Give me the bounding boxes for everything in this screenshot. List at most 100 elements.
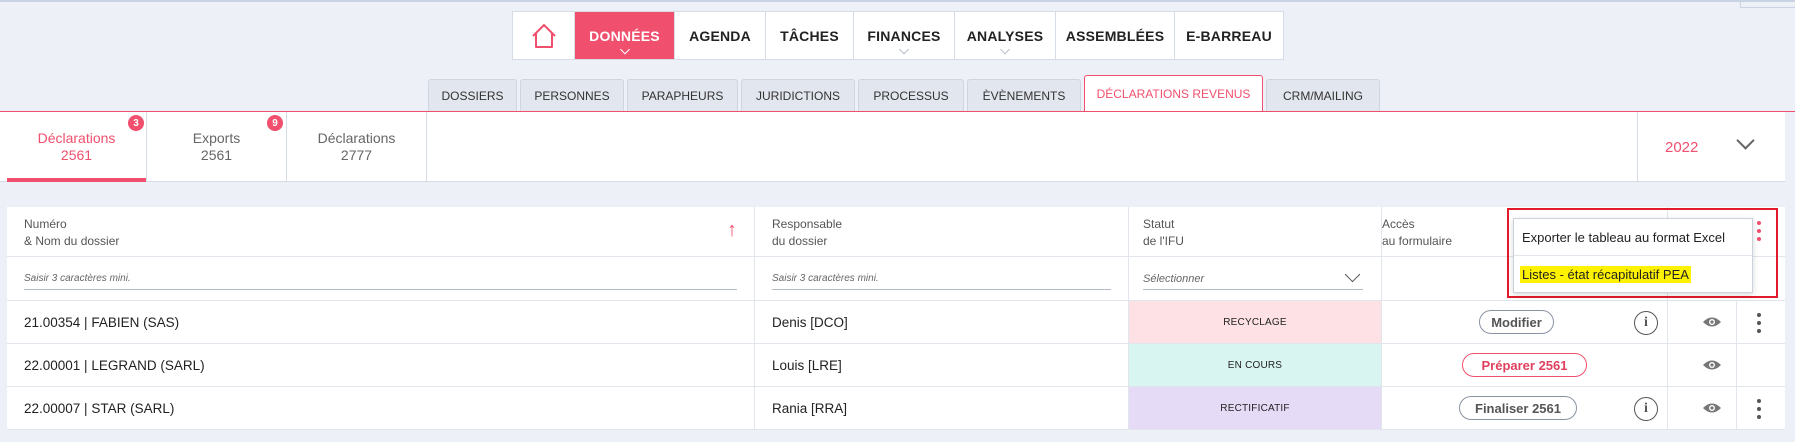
column-divider: [1381, 301, 1382, 343]
menu-item-export-excel[interactable]: Exporter le tableau au format Excel: [1514, 219, 1752, 256]
active-tab-underline: [7, 178, 146, 182]
column-divider: [754, 301, 755, 343]
year-value: 2022: [1665, 138, 1699, 156]
column-divider: [1667, 301, 1668, 343]
nav-item-label: TÂCHES: [780, 27, 839, 44]
nav-item-donnees[interactable]: DONNÉES: [575, 12, 675, 59]
info-icon[interactable]: i: [1634, 397, 1658, 421]
chevron-down-icon: [1736, 131, 1755, 150]
menu-item-listes-pea[interactable]: Listes - état récapitulatif PEA: [1514, 256, 1752, 293]
menu-item-label: Exporter le tableau au format Excel: [1522, 229, 1726, 245]
responsable-filter-input[interactable]: Saisir 3 caractères mini.: [772, 270, 1111, 290]
count-badge: 9: [267, 115, 283, 131]
nav-item-finances[interactable]: FINANCES: [854, 12, 955, 59]
header-numero-l2: & Nom du dossier: [24, 234, 120, 248]
dossier-cell: 22.00007 | STAR (SARL): [24, 401, 175, 416]
tab-label: JURIDICTIONS: [756, 89, 840, 103]
count-badge: 3: [128, 115, 144, 131]
header-numero-l1: Numéro: [24, 217, 67, 231]
top-border: [0, 0, 1795, 2]
column-divider: [1736, 344, 1737, 386]
eye-icon[interactable]: [1702, 316, 1722, 328]
tab-juridictions[interactable]: JURIDICTIONS: [741, 79, 855, 112]
header-responsable[interactable]: Responsable du dossier: [772, 216, 842, 250]
row-kebab-icon[interactable]: [1757, 399, 1761, 423]
nav-item-assemblees[interactable]: ASSEMBLÉES: [1056, 12, 1175, 59]
menu-item-label: Listes - état récapitulatif PEA: [1520, 266, 1691, 283]
info-icon[interactable]: i: [1634, 311, 1658, 335]
modifier-button[interactable]: Modifier: [1479, 310, 1554, 334]
tab-label: CRM/MAILING: [1282, 89, 1363, 103]
responsable-cell: Rania [RRA]: [772, 401, 848, 416]
finaliser-2561-button[interactable]: Finaliser 2561: [1459, 396, 1577, 420]
status-badge: RECYCLAGE: [1129, 301, 1381, 343]
decl-tab-declarations-2561[interactable]: Déclarations 2561 3: [7, 112, 147, 182]
responsable-cell: Denis [DCO]: [772, 315, 848, 330]
column-divider: [1667, 387, 1668, 429]
tab-label: DOSSIERS: [441, 89, 504, 103]
eye-icon[interactable]: [1702, 359, 1722, 371]
tab-crm-mailing[interactable]: CRM/MAILING: [1266, 79, 1380, 112]
tab-label: DÉCLARATIONS REVENUS: [1096, 87, 1251, 101]
tab-label: PARAPHEURS: [641, 89, 724, 103]
tab-label: PROCESSUS: [873, 89, 949, 103]
column-divider: [1381, 257, 1382, 300]
chevron-down-icon: [619, 44, 630, 55]
home-icon: [531, 23, 556, 48]
nav-item-analyses[interactable]: ANALYSES: [955, 12, 1056, 59]
column-divider: [1381, 387, 1382, 429]
table-row[interactable]: 22.00001 | LEGRAND (SARL) Louis [LRE] EN…: [7, 344, 1785, 387]
declarations-tab-bar: Déclarations 2561 3 Exports 2561 9 Décla…: [0, 112, 1785, 182]
decl-tab-number: 2561: [60, 147, 93, 163]
chevron-down-icon: [899, 44, 909, 55]
home-button[interactable]: [513, 12, 575, 59]
table-row[interactable]: 21.00354 | FABIEN (SAS) Denis [DCO] RECY…: [7, 301, 1785, 344]
column-divider: [1381, 344, 1382, 386]
statut-filter-select[interactable]: Sélectionner: [1143, 270, 1363, 290]
row-kebab-icon[interactable]: [1757, 313, 1761, 337]
eye-icon[interactable]: [1702, 402, 1722, 414]
table-row[interactable]: 22.00007 | STAR (SARL) Rania [RRA] RECTI…: [7, 387, 1785, 430]
header-acces[interactable]: Accès au formulaire: [1382, 216, 1452, 250]
column-divider: [1736, 387, 1737, 429]
nav-item-label: E-BARREAU: [1186, 27, 1272, 44]
nav-item-label: AGENDA: [689, 27, 751, 44]
tab-dossiers[interactable]: DOSSIERS: [428, 79, 517, 112]
decl-tab-title: Déclarations: [37, 130, 116, 146]
tab-processus[interactable]: PROCESSUS: [858, 79, 964, 112]
decl-tab-number: 2561: [200, 147, 233, 163]
numero-filter-input[interactable]: Saisir 3 caractères mini.: [24, 270, 737, 290]
tab-label: PERSONNES: [534, 89, 610, 103]
decl-tab-declarations-2777[interactable]: Déclarations 2777: [287, 112, 427, 182]
nav-item-label: ASSEMBLÉES: [1065, 27, 1165, 44]
nav-item-taches[interactable]: TÂCHES: [766, 12, 854, 59]
header-statut-l1: Statut: [1143, 217, 1175, 231]
year-selector[interactable]: 2022: [1637, 112, 1785, 182]
nav-item-label: FINANCES: [867, 27, 941, 44]
column-divider: [754, 387, 755, 429]
tab-parapheurs[interactable]: PARAPHEURS: [627, 79, 738, 112]
preparer-2561-button[interactable]: Préparer 2561: [1462, 353, 1587, 377]
column-divider: [1128, 257, 1129, 300]
decl-tab-exports-2561[interactable]: Exports 2561 9: [147, 112, 287, 182]
tab-declarations-revenus[interactable]: DÉCLARATIONS REVENUS: [1084, 75, 1263, 112]
tab-evenements[interactable]: ÈVÈNEMENTS: [967, 79, 1081, 112]
nav-item-ebarreau[interactable]: E-BARREAU: [1175, 12, 1283, 59]
dossier-cell: 21.00354 | FABIEN (SAS): [24, 315, 180, 330]
tab-label: ÈVÈNEMENTS: [982, 89, 1066, 103]
header-acces-l1: Accès: [1382, 217, 1415, 231]
sub-tabs: DOSSIERS PERSONNES PARAPHEURS JURIDICTIO…: [428, 75, 1383, 112]
nav-item-agenda[interactable]: AGENDA: [675, 12, 766, 59]
header-resp-l2: du dossier: [772, 234, 828, 248]
main-nav: DONNÉES AGENDA TÂCHES FINANCES ANALYSES …: [512, 11, 1284, 60]
header-numero[interactable]: Numéro & Nom du dossier: [24, 216, 119, 250]
decl-tab-number: 2777: [340, 147, 373, 163]
header-statut[interactable]: Statut de l'IFU: [1143, 216, 1184, 250]
decl-tab-title: Exports: [192, 130, 241, 146]
tab-personnes[interactable]: PERSONNES: [520, 79, 624, 112]
nav-item-label: DONNÉES: [589, 27, 660, 44]
column-divider: [1128, 207, 1129, 256]
arrow-up-icon[interactable]: ↑: [727, 219, 737, 242]
top-right-frame: [1740, 0, 1795, 8]
decl-tab-title: Déclarations: [317, 130, 396, 146]
